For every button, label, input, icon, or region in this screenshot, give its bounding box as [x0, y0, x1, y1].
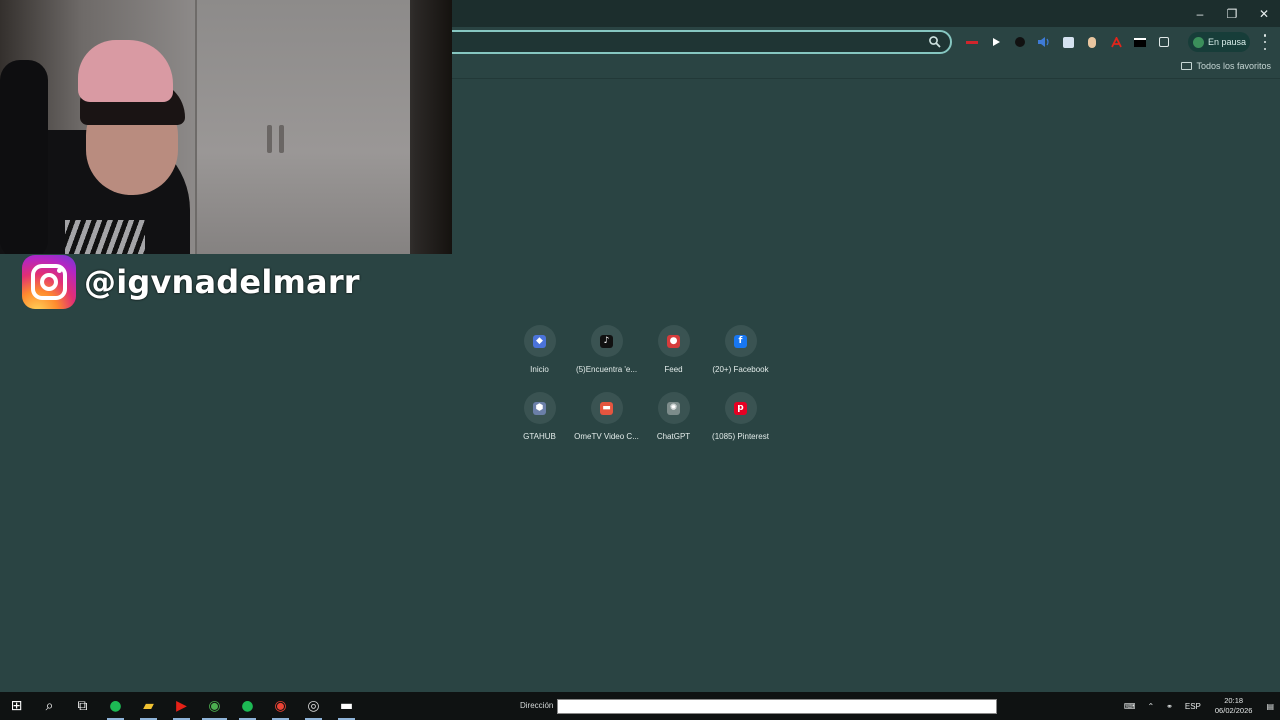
tiktok-icon: ♪ [600, 334, 613, 348]
restore-button[interactable]: ❐ [1216, 0, 1248, 27]
shortcut-icon-container: ▬ [590, 392, 623, 424]
minimize-button[interactable]: – [1184, 0, 1216, 27]
shortcut-icon-container: ◆ [523, 325, 556, 357]
address-bar[interactable] [380, 30, 952, 54]
webcam-microphone [0, 60, 48, 254]
webcam-background-door [195, 0, 410, 254]
address-toolbar-label: Dirección [520, 701, 554, 710]
extension-translate-icon[interactable] [1056, 33, 1080, 51]
system-tray: ⌨ ⌃ ⚭ ESP 20:18 06/02/2026 ▤ [1118, 692, 1280, 720]
shortcut-icon-container: ● [657, 325, 690, 357]
file-explorer-icon: ▰ [143, 698, 154, 714]
language-indicator[interactable]: ESP [1179, 702, 1207, 711]
extension-red-dash-icon[interactable] [960, 33, 984, 51]
shortcut-tile[interactable]: f (20+) Facebook [707, 325, 774, 375]
taskbar-button[interactable]: ▬ [330, 692, 363, 720]
webcam-overlay [0, 0, 452, 254]
shortcut-label: (1085) Pinterest [712, 432, 769, 441]
windows-taskbar: ⊞ ⌕ ⧉ ● ▰ ▶ ◉ ● ◉ ◎ ▬ Dirección ⌨ ⌃ ⚭ ESP 20:18 06… [0, 692, 1280, 720]
facebook-icon: f [734, 334, 747, 348]
shortcut-label: OmeTV Video C... [574, 432, 639, 441]
start-icon: ⊞ [10, 698, 23, 714]
taskbar-button[interactable]: ⧉ [66, 692, 99, 720]
tray-chevron-icon[interactable]: ⌃ [1141, 702, 1160, 711]
profile-avatar-icon [1193, 36, 1204, 48]
extension-dark-circle-icon[interactable] [1008, 33, 1032, 51]
extension-audio-icon[interactable] [1032, 33, 1056, 51]
taskbar-button[interactable]: ◉ [198, 692, 231, 720]
shortcut-icon-container: ♪ [590, 325, 623, 357]
clock-time: 20:18 [1224, 696, 1244, 705]
feed-icon: ● [667, 334, 680, 348]
gtahub-icon: ⬢ [533, 401, 546, 415]
folder-icon [1181, 62, 1193, 70]
notifications-icon[interactable]: ▤ [1260, 702, 1280, 711]
ometv-icon: ▬ [600, 401, 613, 415]
shortcut-icon-container: ✺ [657, 392, 690, 424]
extension-acrobat-icon[interactable] [1104, 33, 1128, 51]
search-icon: ⌕ [45, 698, 54, 714]
taskbar-button[interactable]: ▰ [132, 692, 165, 720]
chatgpt-icon: ✺ [667, 401, 680, 415]
taskbar-button[interactable]: ● [99, 692, 132, 720]
chrome-icon: ◉ [208, 698, 221, 714]
taskbar-button[interactable]: ▶ [165, 692, 198, 720]
clock[interactable]: 20:18 06/02/2026 [1207, 696, 1261, 716]
profile-status-label: En pausa [1208, 37, 1247, 47]
shortcut-label: Feed [664, 365, 683, 374]
all-bookmarks-button[interactable]: Todos los favoritos [1181, 61, 1271, 71]
pinterest-icon: p [734, 401, 747, 415]
shortcut-icon-container: p [724, 392, 757, 424]
shortcut-label: (20+) Facebook [712, 365, 769, 374]
close-button[interactable]: ✕ [1248, 0, 1280, 27]
taskbar-button[interactable]: ⊞ [0, 692, 33, 720]
keyboard-icon[interactable]: ⌨ [1118, 702, 1142, 711]
shortcut-grid: ◆ Inicio ♪ (5)Encuentra 'e... ● Feed f (20+) Fa… [506, 325, 774, 442]
capcut-icon: ▬ [339, 698, 354, 714]
taskbar-button[interactable]: ⌕ [33, 692, 66, 720]
taskbar-button[interactable]: ● [231, 692, 264, 720]
chrome-profile-icon: ◉ [274, 698, 287, 714]
roblox-icon: ◆ [533, 334, 546, 348]
shortcut-tile[interactable]: ♪ (5)Encuentra 'e... [573, 325, 640, 375]
task-view-icon: ⧉ [77, 698, 88, 714]
all-bookmarks-label: Todos los favoritos [1196, 61, 1271, 71]
clock-date: 06/02/2026 [1214, 706, 1253, 715]
shortcut-label: (5)Encuentra 'e... [575, 365, 638, 374]
spotify-icon-2: ● [241, 698, 254, 714]
search-icon[interactable] [928, 35, 942, 49]
spotify-icon: ● [109, 698, 122, 714]
shortcut-icon-container: ⬢ [523, 392, 556, 424]
taskbar-button[interactable]: ◎ [297, 692, 330, 720]
taskbar-button[interactable]: ◉ [264, 692, 297, 720]
browser-menu-icon[interactable] [1258, 34, 1272, 50]
shortcut-label: GTAHUB [523, 432, 556, 441]
instagram-overlay: @igvnadelmarr [22, 255, 360, 309]
obs-icon: ◎ [307, 698, 320, 714]
extensions-bar [960, 33, 1176, 51]
extension-badge-icon[interactable] [1128, 33, 1152, 51]
shortcut-label: Inicio [530, 365, 549, 374]
network-icon[interactable]: ⚭ [1160, 702, 1179, 711]
instagram-icon [22, 255, 76, 309]
taskbar-apps: ⊞ ⌕ ⧉ ● ▰ ▶ ◉ ● ◉ ◎ ▬ [0, 692, 363, 720]
shortcut-tile[interactable]: p (1085) Pinterest [707, 392, 774, 442]
shortcut-tile[interactable]: ◆ Inicio [506, 325, 573, 375]
extensions-puzzle-icon[interactable] [1152, 33, 1176, 51]
instagram-handle: @igvnadelmarr [84, 263, 360, 301]
profile-button[interactable]: En pausa [1188, 32, 1250, 52]
shortcut-tile[interactable]: ✺ ChatGPT [640, 392, 707, 442]
extension-play-icon[interactable] [984, 33, 1008, 51]
youtube-icon: ▶ [176, 698, 187, 714]
shortcut-tile[interactable]: ● Feed [640, 325, 707, 375]
extension-beige-icon[interactable] [1080, 33, 1104, 51]
address-toolbar-input[interactable] [557, 699, 997, 714]
window-controls: – ❐ ✕ [1184, 0, 1280, 27]
shortcut-label: ChatGPT [656, 432, 691, 441]
shortcut-tile[interactable]: ⬢ GTAHUB [506, 392, 573, 442]
shortcut-tile[interactable]: ▬ OmeTV Video C... [573, 392, 640, 442]
shortcut-icon-container: f [724, 325, 757, 357]
